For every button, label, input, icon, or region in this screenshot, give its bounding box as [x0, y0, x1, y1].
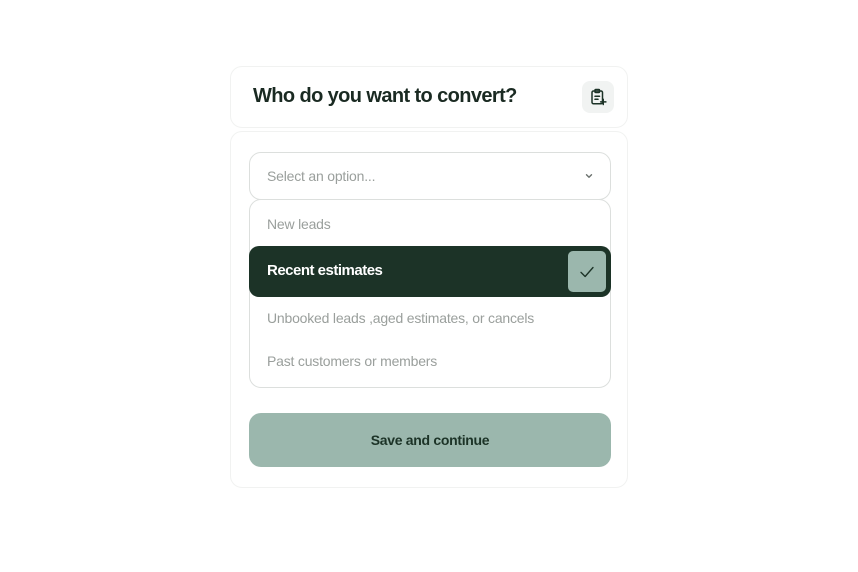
option-select[interactable]: Select an option...: [249, 152, 611, 200]
select-placeholder: Select an option...: [267, 168, 376, 184]
header-card: Who do you want to convert?: [230, 66, 628, 128]
clipboard-add-button[interactable]: [582, 81, 614, 113]
option-recent-estimates[interactable]: Recent estimates: [249, 246, 611, 297]
check-icon: [580, 266, 594, 277]
page-title: Who do you want to convert?: [253, 85, 517, 107]
option-unbooked-leads[interactable]: Unbooked leads ,aged estimates, or cance…: [250, 310, 610, 330]
option-past-customers[interactable]: Past customers or members: [250, 353, 610, 373]
selected-indicator: [568, 251, 606, 292]
clipboard-add-icon: [591, 88, 607, 106]
option-new-leads[interactable]: New leads: [250, 216, 610, 236]
option-label: New leads: [267, 216, 331, 232]
option-label: Past customers or members: [267, 353, 438, 369]
chevron-down-icon: [585, 174, 593, 179]
save-and-continue-button[interactable]: Save and continue: [249, 413, 611, 467]
option-label: Recent estimates: [267, 262, 383, 279]
form-card: Select an option... New leads Unbooked l…: [230, 131, 628, 488]
option-label: Unbooked leads ,aged estimates, or cance…: [267, 310, 535, 326]
